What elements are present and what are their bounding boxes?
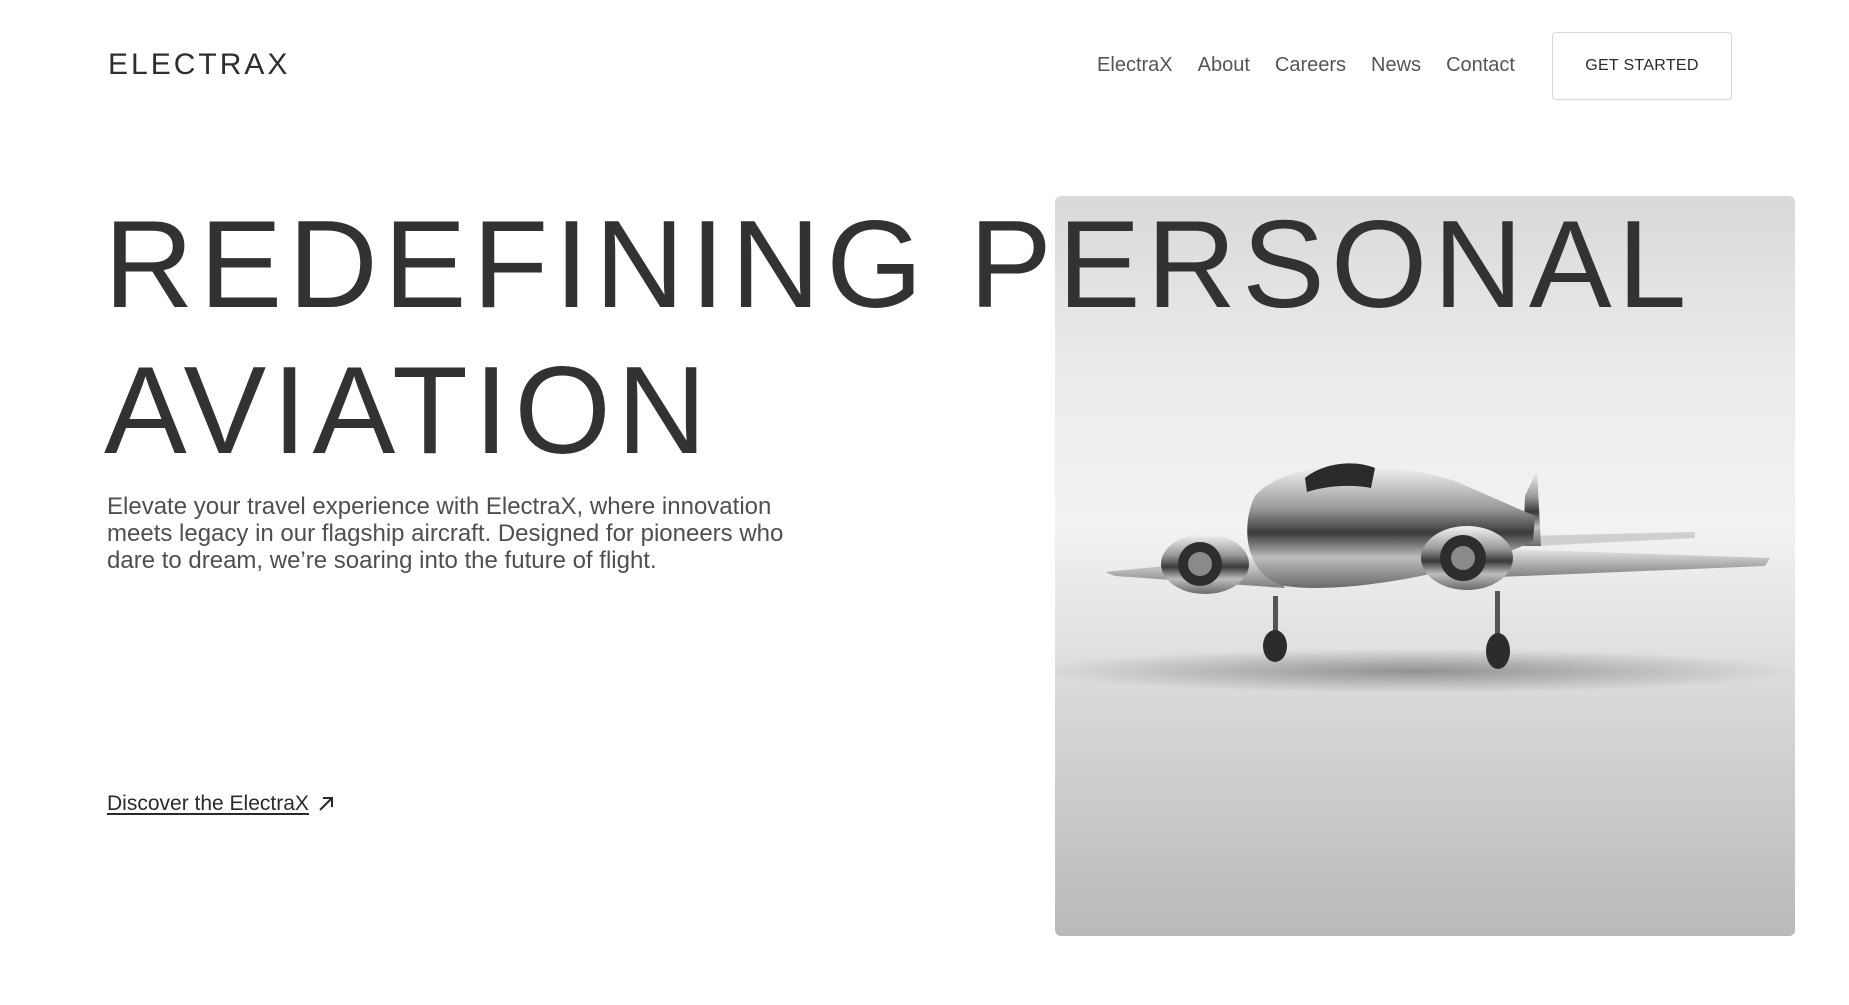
arrow-up-right-icon <box>319 797 333 811</box>
hero-headline: REDEFINING PERSONAL AVIATION <box>104 192 1693 484</box>
headline-line-2: AVIATION <box>104 342 713 480</box>
page: ELECTRAX ElectraX About Careers News Con… <box>0 0 1849 1005</box>
hero-description: Elevate your travel experience with Elec… <box>107 493 784 574</box>
discover-link[interactable]: Discover the ElectraX <box>107 792 335 816</box>
nav-item-careers[interactable]: Careers <box>1275 54 1346 77</box>
nav-item-electrax[interactable]: ElectraX <box>1097 54 1173 77</box>
brand-logo[interactable]: ELECTRAX <box>108 48 290 82</box>
main-nav: ElectraX About Careers News Contact <box>1097 54 1515 77</box>
headline-line-1: REDEFINING PERSONAL <box>104 196 1693 334</box>
discover-link-label: Discover the ElectraX <box>107 792 309 815</box>
nav-item-about[interactable]: About <box>1198 54 1250 77</box>
nav-item-news[interactable]: News <box>1371 54 1421 77</box>
get-started-button[interactable]: GET STARTED <box>1552 32 1732 100</box>
nav-item-contact[interactable]: Contact <box>1446 54 1515 77</box>
